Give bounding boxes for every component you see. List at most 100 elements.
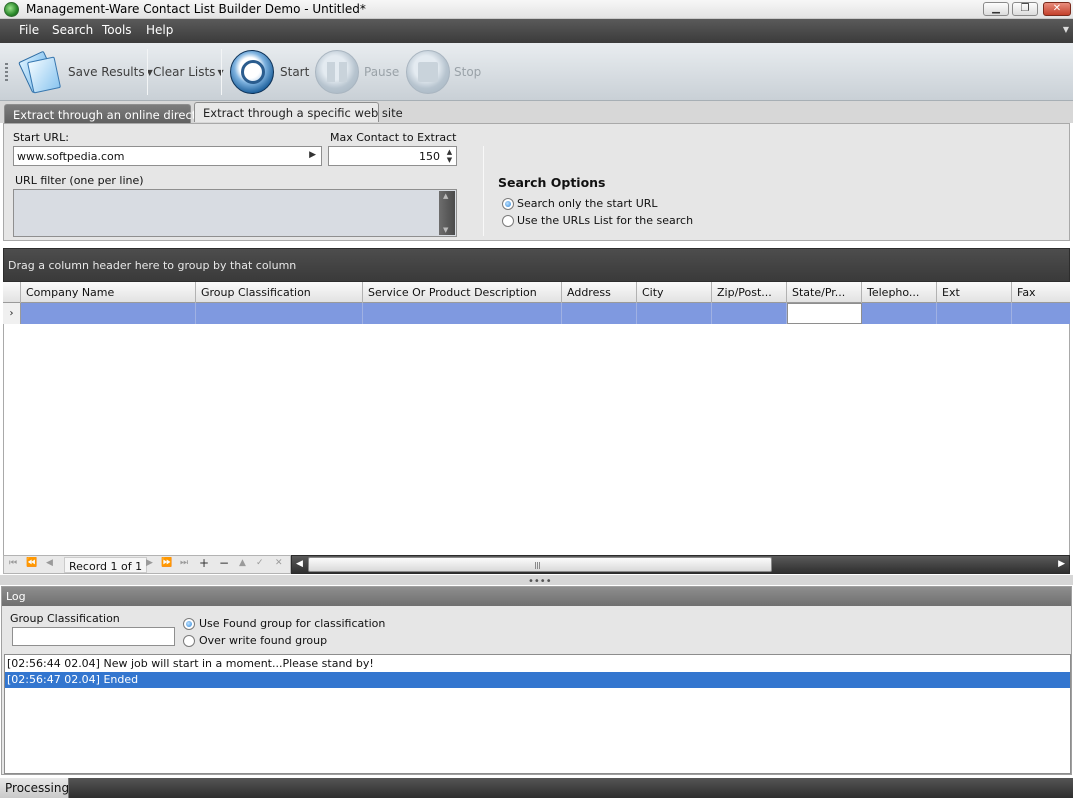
radio-selected-icon[interactable]	[183, 618, 195, 630]
group-by-prompt: Drag a column header here to group by th…	[8, 259, 297, 272]
last-record-icon[interactable]: ⏭	[180, 558, 188, 568]
column-zip[interactable]: Zip/Post...	[712, 282, 787, 303]
max-contact-value: 150	[419, 150, 440, 163]
option-overwrite-found-group[interactable]: Over write found group	[183, 634, 403, 648]
menu-help[interactable]: Help	[146, 23, 173, 37]
tab-specific-web-site[interactable]: Extract through a specific web site	[194, 102, 403, 122]
table-row[interactable]	[3, 303, 1070, 324]
title-bar: Management-Ware Contact List Builder Dem…	[0, 0, 1073, 19]
column-telephone[interactable]: Telepho...	[862, 282, 937, 303]
post-edit-icon[interactable]: ✓	[256, 558, 264, 568]
tab-online-directory[interactable]: Extract through an online directory	[4, 104, 215, 124]
option-label: Search only the start URL	[517, 197, 658, 210]
log-panel: Log Group Classification Use Found group…	[1, 586, 1072, 775]
status-bar: Processing	[0, 778, 1073, 798]
column-ext[interactable]: Ext	[937, 282, 1012, 303]
save-results-button[interactable]: Save Results ▼	[14, 43, 153, 101]
spin-arrows-icon[interactable]: ▲ ▼	[445, 148, 454, 164]
start-url-label: Start URL:	[13, 131, 69, 144]
option-use-urls-list[interactable]: Use the URLs List for the search	[502, 214, 702, 228]
group-classification-input[interactable]	[12, 627, 175, 646]
app-globe-icon	[4, 2, 19, 17]
url-filter-label: URL filter (one per line)	[15, 174, 144, 187]
status-text: Processing	[0, 778, 69, 798]
cell-telephone[interactable]	[862, 303, 937, 324]
panel-splitter[interactable]: ••••	[0, 575, 1073, 587]
cell-group-classification[interactable]	[196, 303, 363, 324]
grid-header: Company Name Group Classification Servic…	[3, 282, 1070, 303]
scroll-right-icon[interactable]: ▶	[1058, 559, 1065, 569]
column-state[interactable]: State/Pr...	[787, 282, 862, 303]
textarea-scrollbar[interactable]	[439, 191, 455, 235]
menu-search[interactable]: Search	[52, 23, 93, 37]
column-company-name[interactable]: Company Name	[21, 282, 196, 303]
search-options-title: Search Options	[498, 175, 606, 190]
log-list[interactable]: [02:56:44 02.04] New job will start in a…	[4, 654, 1071, 774]
first-record-icon[interactable]: ⏮	[9, 558, 17, 568]
column-service-description[interactable]: Service Or Product Description	[363, 282, 562, 303]
next-record-icon[interactable]: ▶	[146, 558, 153, 568]
close-button[interactable]: ✕	[1043, 2, 1071, 16]
log-header: Log	[2, 587, 1071, 606]
cell-company-name[interactable]	[21, 303, 196, 324]
next-page-icon[interactable]: ⏩	[161, 558, 172, 568]
clear-lists-button[interactable]: Clear Lists▼	[150, 43, 224, 101]
log-entry-selected[interactable]: [02:56:47 02.04] Ended	[5, 672, 1070, 688]
minimize-button[interactable]: ▁	[983, 2, 1009, 16]
row-indicator-icon[interactable]: ›	[3, 303, 21, 324]
cell-city[interactable]	[637, 303, 712, 324]
clear-lists-label: Clear Lists	[153, 65, 216, 79]
previous-record-icon[interactable]: ◀	[46, 558, 53, 568]
option-label: Over write found group	[199, 634, 328, 647]
radio-selected-icon[interactable]	[502, 198, 514, 210]
row-indicator-header	[3, 282, 21, 303]
horizontal-scrollbar[interactable]: ◀ ▶	[291, 555, 1070, 574]
scroll-left-icon[interactable]: ◀	[296, 559, 303, 569]
column-group-classification[interactable]: Group Classification	[196, 282, 363, 303]
max-contact-spinner[interactable]: 150 ▲ ▼	[328, 146, 457, 166]
column-city[interactable]: City	[637, 282, 712, 303]
maximize-button[interactable]: ❐	[1012, 2, 1038, 16]
option-use-found-group[interactable]: Use Found group for classification	[183, 617, 403, 631]
group-by-panel[interactable]: Drag a column header here to group by th…	[3, 248, 1070, 282]
url-filter-textarea[interactable]	[13, 189, 457, 237]
radio-unselected-icon[interactable]	[502, 215, 514, 227]
previous-page-icon[interactable]: ⏪	[26, 558, 37, 568]
add-record-icon[interactable]: +	[199, 556, 209, 570]
option-label: Use Found group for classification	[199, 617, 386, 630]
edit-record-icon[interactable]: ▲	[239, 558, 246, 568]
grid-body[interactable]	[3, 324, 1070, 555]
cell-ext[interactable]	[937, 303, 1012, 324]
toolbar-separator	[221, 49, 222, 95]
magnifier-icon	[230, 50, 274, 94]
cell-fax[interactable]	[1012, 303, 1070, 324]
cell-zip[interactable]	[712, 303, 787, 324]
column-fax[interactable]: Fax	[1012, 282, 1070, 303]
menu-file[interactable]: File	[19, 23, 39, 37]
delete-record-icon[interactable]: −	[219, 556, 229, 570]
toolbar-grip-icon[interactable]	[5, 63, 8, 81]
extract-options-panel: Start URL: www.softpedia.com ▶ Max Conta…	[3, 123, 1070, 241]
stop-icon	[406, 50, 450, 94]
toolbar-separator	[147, 49, 148, 95]
cell-service-description[interactable]	[363, 303, 562, 324]
start-url-value: www.softpedia.com	[17, 150, 125, 163]
group-classification-label: Group Classification	[10, 612, 120, 625]
play-arrow-icon[interactable]: ▶	[309, 150, 316, 160]
option-search-start-url[interactable]: Search only the start URL	[502, 197, 702, 211]
radio-unselected-icon[interactable]	[183, 635, 195, 647]
save-results-label: Save Results	[68, 65, 145, 79]
option-label: Use the URLs List for the search	[517, 214, 694, 227]
window-title: Management-Ware Contact List Builder Dem…	[26, 2, 366, 16]
start-label: Start	[280, 65, 310, 79]
menu-overflow-icon[interactable]: ▼	[1063, 25, 1069, 34]
column-address[interactable]: Address	[562, 282, 637, 303]
log-entry[interactable]: [02:56:44 02.04] New job will start in a…	[5, 656, 1070, 672]
menu-tools[interactable]: Tools	[102, 23, 132, 37]
cell-address[interactable]	[562, 303, 637, 324]
stop-label: Stop	[454, 65, 482, 79]
scroll-thumb[interactable]	[308, 557, 772, 572]
cancel-edit-icon[interactable]: ✕	[275, 558, 283, 568]
cell-state-focused[interactable]	[787, 303, 862, 324]
start-url-input[interactable]: www.softpedia.com ▶	[13, 146, 322, 166]
